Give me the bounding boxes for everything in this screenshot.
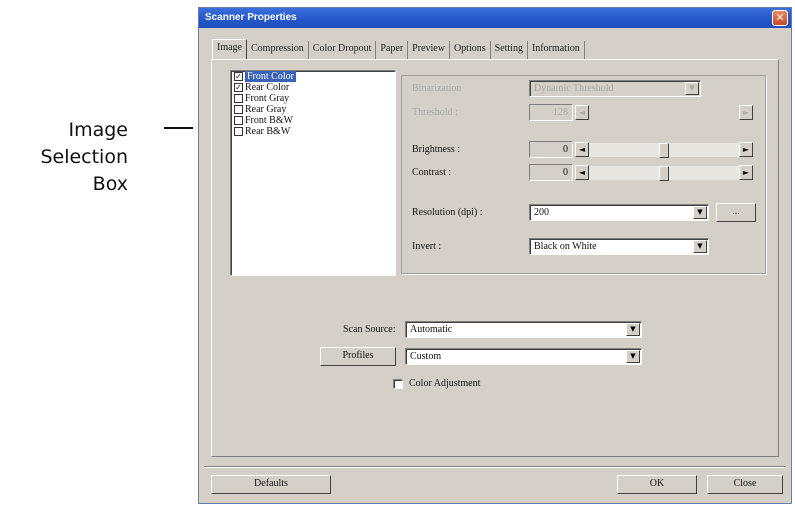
list-item-label: Rear Gray <box>245 104 287 115</box>
callout-line-3: Box <box>92 173 128 195</box>
brightness-value: 0 <box>529 141 573 158</box>
close-window-button[interactable]: ✕ <box>772 10 788 26</box>
tab-setting[interactable]: Setting <box>491 41 528 59</box>
list-item-front-gray[interactable]: Front Gray <box>231 93 395 104</box>
resolution-value: 200 <box>534 207 549 218</box>
window-title: Scanner Properties <box>205 12 297 23</box>
image-tab-panel: ✓ Front Color ✓ Rear Color Front Gray Re… <box>211 59 779 457</box>
profiles-button[interactable]: Profiles <box>320 347 396 366</box>
check-icon: ✓ <box>235 83 242 92</box>
scan-source-value: Automatic <box>410 324 453 335</box>
checkbox-rear-gray[interactable] <box>234 105 243 114</box>
binarization-value: Dynamic Threshold <box>534 83 614 94</box>
list-item-label: Front Gray <box>245 93 290 104</box>
binarization-label: Binarization <box>412 83 462 94</box>
resolution-select[interactable]: 200 ▼ <box>529 204 709 221</box>
tab-compression[interactable]: Compression <box>247 41 309 59</box>
contrast-left-arrow-icon[interactable]: ◄ <box>575 165 589 180</box>
image-settings-group: Binarization Dynamic Threshold ▼ Thresho… <box>401 75 766 274</box>
brightness-slider-track[interactable] <box>589 142 739 158</box>
list-item-label: Front B&W <box>245 115 294 126</box>
invert-value: Black on White <box>534 241 597 252</box>
profiles-value: Custom <box>410 351 442 362</box>
threshold-label: Threshold : <box>412 107 458 118</box>
ok-button[interactable]: OK <box>617 475 697 494</box>
check-icon: ✓ <box>235 72 242 81</box>
list-item-front-color[interactable]: ✓ Front Color <box>231 71 395 82</box>
threshold-track <box>589 105 739 120</box>
contrast-slider-track[interactable] <box>589 165 739 181</box>
list-item-rear-bw[interactable]: Rear B&W <box>231 126 395 137</box>
threshold-right-arrow-icon: ► <box>739 105 753 120</box>
callout-pointer-line <box>164 127 193 129</box>
scan-source-select[interactable]: Automatic ▼ <box>405 321 642 338</box>
tab-strip: Image Compression Color Dropout Paper Pr… <box>212 39 585 59</box>
checkbox-front-color[interactable]: ✓ <box>234 72 243 81</box>
contrast-slider-thumb[interactable] <box>659 166 669 181</box>
scan-source-label: Scan Source: <box>343 324 396 335</box>
chevron-down-icon[interactable]: ▼ <box>626 323 640 336</box>
callout-line-2: Selection <box>40 146 128 168</box>
checkbox-rear-bw[interactable] <box>234 127 243 136</box>
profiles-select[interactable]: Custom ▼ <box>405 348 642 365</box>
title-bar[interactable]: Scanner Properties ✕ <box>199 8 791 28</box>
color-adjustment-label: Color Adjustment <box>409 378 481 389</box>
image-selection-box-callout: Image Selection Box <box>0 117 128 198</box>
callout-line-1: Image <box>68 119 128 141</box>
brightness-right-arrow-icon[interactable]: ► <box>739 142 753 157</box>
invert-select[interactable]: Black on White ▼ <box>529 238 709 255</box>
tab-preview[interactable]: Preview <box>408 41 450 59</box>
chevron-down-icon[interactable]: ▼ <box>626 350 640 363</box>
threshold-value: 128 <box>529 104 573 121</box>
brightness-slider-thumb[interactable] <box>659 143 669 158</box>
invert-label: Invert : <box>412 241 442 252</box>
brightness-left-arrow-icon[interactable]: ◄ <box>575 142 589 157</box>
chevron-down-icon[interactable]: ▼ <box>693 240 707 253</box>
close-button[interactable]: Close <box>707 475 783 494</box>
list-item-rear-gray[interactable]: Rear Gray <box>231 104 395 115</box>
contrast-right-arrow-icon[interactable]: ► <box>739 165 753 180</box>
close-icon: ✕ <box>775 11 785 24</box>
binarization-select: Dynamic Threshold ▼ <box>529 80 701 97</box>
contrast-value: 0 <box>529 164 573 181</box>
chevron-down-icon[interactable]: ▼ <box>693 206 707 219</box>
image-selection-list[interactable]: ✓ Front Color ✓ Rear Color Front Gray Re… <box>230 70 396 276</box>
list-item-label: Rear B&W <box>245 126 291 137</box>
scanner-properties-dialog: Scanner Properties ✕ Image Compression C… <box>198 7 792 504</box>
brightness-label: Brightness : <box>412 144 461 155</box>
tab-information[interactable]: Information <box>528 41 585 59</box>
footer-divider <box>204 466 786 468</box>
list-item-rear-color[interactable]: ✓ Rear Color <box>231 82 395 93</box>
checkbox-rear-color[interactable]: ✓ <box>234 83 243 92</box>
checkbox-front-gray[interactable] <box>234 94 243 103</box>
list-item-front-bw[interactable]: Front B&W <box>231 115 395 126</box>
threshold-left-arrow-icon: ◄ <box>575 105 589 120</box>
color-adjustment-checkbox[interactable] <box>393 379 403 389</box>
list-item-label: Rear Color <box>245 82 290 93</box>
checkbox-front-bw[interactable] <box>234 116 243 125</box>
contrast-label: Contrast : <box>412 167 452 178</box>
tab-image[interactable]: Image <box>212 39 247 59</box>
tab-color-dropout[interactable]: Color Dropout <box>309 41 377 59</box>
tab-options[interactable]: Options <box>450 41 491 59</box>
resolution-label: Resolution (dpi) : <box>412 207 483 218</box>
defaults-button[interactable]: Defaults <box>211 475 331 494</box>
chevron-down-icon: ▼ <box>685 82 699 95</box>
tab-paper[interactable]: Paper <box>376 41 409 59</box>
resolution-more-button[interactable]: ... <box>716 203 756 222</box>
list-item-label: Front Color <box>245 71 296 82</box>
